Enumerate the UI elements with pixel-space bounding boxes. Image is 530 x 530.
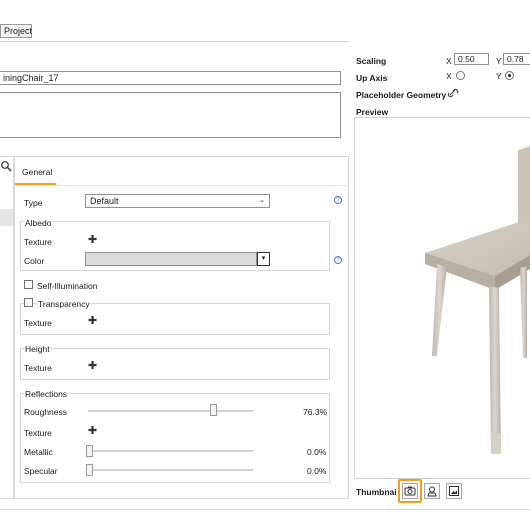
add-reflection-texture-icon[interactable]: ✚ xyxy=(88,426,97,437)
type-dropdown[interactable]: Default ⌄ xyxy=(85,194,270,208)
specular-label: Specular xyxy=(24,466,58,476)
chair-preview-image xyxy=(425,146,530,454)
tab-divider xyxy=(15,185,348,186)
chevron-down-icon: ⌄ xyxy=(259,197,265,204)
add-albedo-texture-icon[interactable]: ✚ xyxy=(88,235,97,246)
albedo-texture-label: Texture xyxy=(24,237,52,247)
help-icon[interactable]: ? xyxy=(334,256,342,264)
self-illumination-checkbox[interactable] xyxy=(24,280,33,289)
tab-general[interactable]: General xyxy=(22,167,52,177)
add-transparency-texture-icon[interactable]: ✚ xyxy=(88,316,97,327)
material-list-selected-item[interactable] xyxy=(0,209,13,226)
height-section-label: Height xyxy=(24,344,51,354)
transparency-label[interactable]: Transparency xyxy=(37,299,91,309)
render-icon[interactable] xyxy=(424,483,440,499)
camera-icon[interactable] xyxy=(402,483,418,499)
albedo-section-label: Albedo xyxy=(24,218,53,228)
specular-slider-track[interactable] xyxy=(88,469,253,471)
bottom-divider xyxy=(0,509,530,510)
scaling-x-label: X xyxy=(446,56,452,66)
toolbar-divider xyxy=(0,41,350,42)
reflections-texture-label: Texture xyxy=(24,428,52,438)
reflections-section-label: Reflections xyxy=(24,389,69,399)
height-group xyxy=(20,348,330,380)
albedo-color-dropdown[interactable]: ▾ xyxy=(257,252,270,266)
preview-viewport[interactable] xyxy=(354,117,530,479)
preview-label: Preview xyxy=(356,107,389,117)
add-height-texture-icon[interactable]: ✚ xyxy=(88,361,97,372)
metallic-slider-track[interactable] xyxy=(88,450,253,452)
help-icon[interactable]: ? xyxy=(334,196,342,204)
specular-slider-thumb[interactable] xyxy=(86,464,93,476)
up-axis-y-radio[interactable] xyxy=(505,71,514,80)
metallic-value: 0.0% xyxy=(307,447,327,457)
transparency-checkbox[interactable] xyxy=(24,298,33,307)
self-illumination-label[interactable]: Self-Illumination xyxy=(37,281,97,291)
metallic-label: Metallic xyxy=(24,447,53,457)
description-area[interactable] xyxy=(0,92,341,138)
type-label: Type xyxy=(24,198,43,208)
placeholder-geometry-label: Placeholder Geometry xyxy=(356,90,447,100)
image-icon[interactable] xyxy=(446,483,462,499)
roughness-slider-track[interactable] xyxy=(88,410,253,412)
roughness-value: 76.3% xyxy=(303,407,328,417)
search-icon[interactable] xyxy=(0,160,12,172)
scaling-y-input[interactable]: 0.78 xyxy=(503,53,530,65)
metallic-slider-thumb[interactable] xyxy=(86,445,93,457)
up-axis-label: Up Axis xyxy=(356,73,388,83)
transparency-texture-label: Texture xyxy=(24,318,52,328)
up-axis-y-label: Y xyxy=(496,71,502,81)
up-axis-x-radio[interactable] xyxy=(456,71,465,80)
link-icon[interactable] xyxy=(447,88,459,98)
albedo-color-swatch[interactable] xyxy=(85,252,257,266)
material-list-panel[interactable] xyxy=(0,156,14,499)
project-button[interactable]: Project xyxy=(0,24,32,38)
asset-name-field[interactable]: iningChair_17 xyxy=(0,71,341,85)
specular-value: 0.0% xyxy=(307,466,327,476)
roughness-slider-thumb[interactable] xyxy=(210,404,217,416)
thumbnail-label: Thumbnai xyxy=(356,487,397,497)
type-dropdown-value: Default xyxy=(90,196,119,206)
scaling-label: Scaling xyxy=(356,56,387,66)
height-texture-label: Texture xyxy=(24,363,52,373)
scaling-y-label: Y xyxy=(496,56,502,66)
up-axis-x-label: X xyxy=(446,71,452,81)
roughness-label: Roughness xyxy=(24,407,68,417)
scaling-x-input[interactable]: 0.50 xyxy=(454,53,489,65)
albedo-color-label: Color xyxy=(24,256,45,266)
